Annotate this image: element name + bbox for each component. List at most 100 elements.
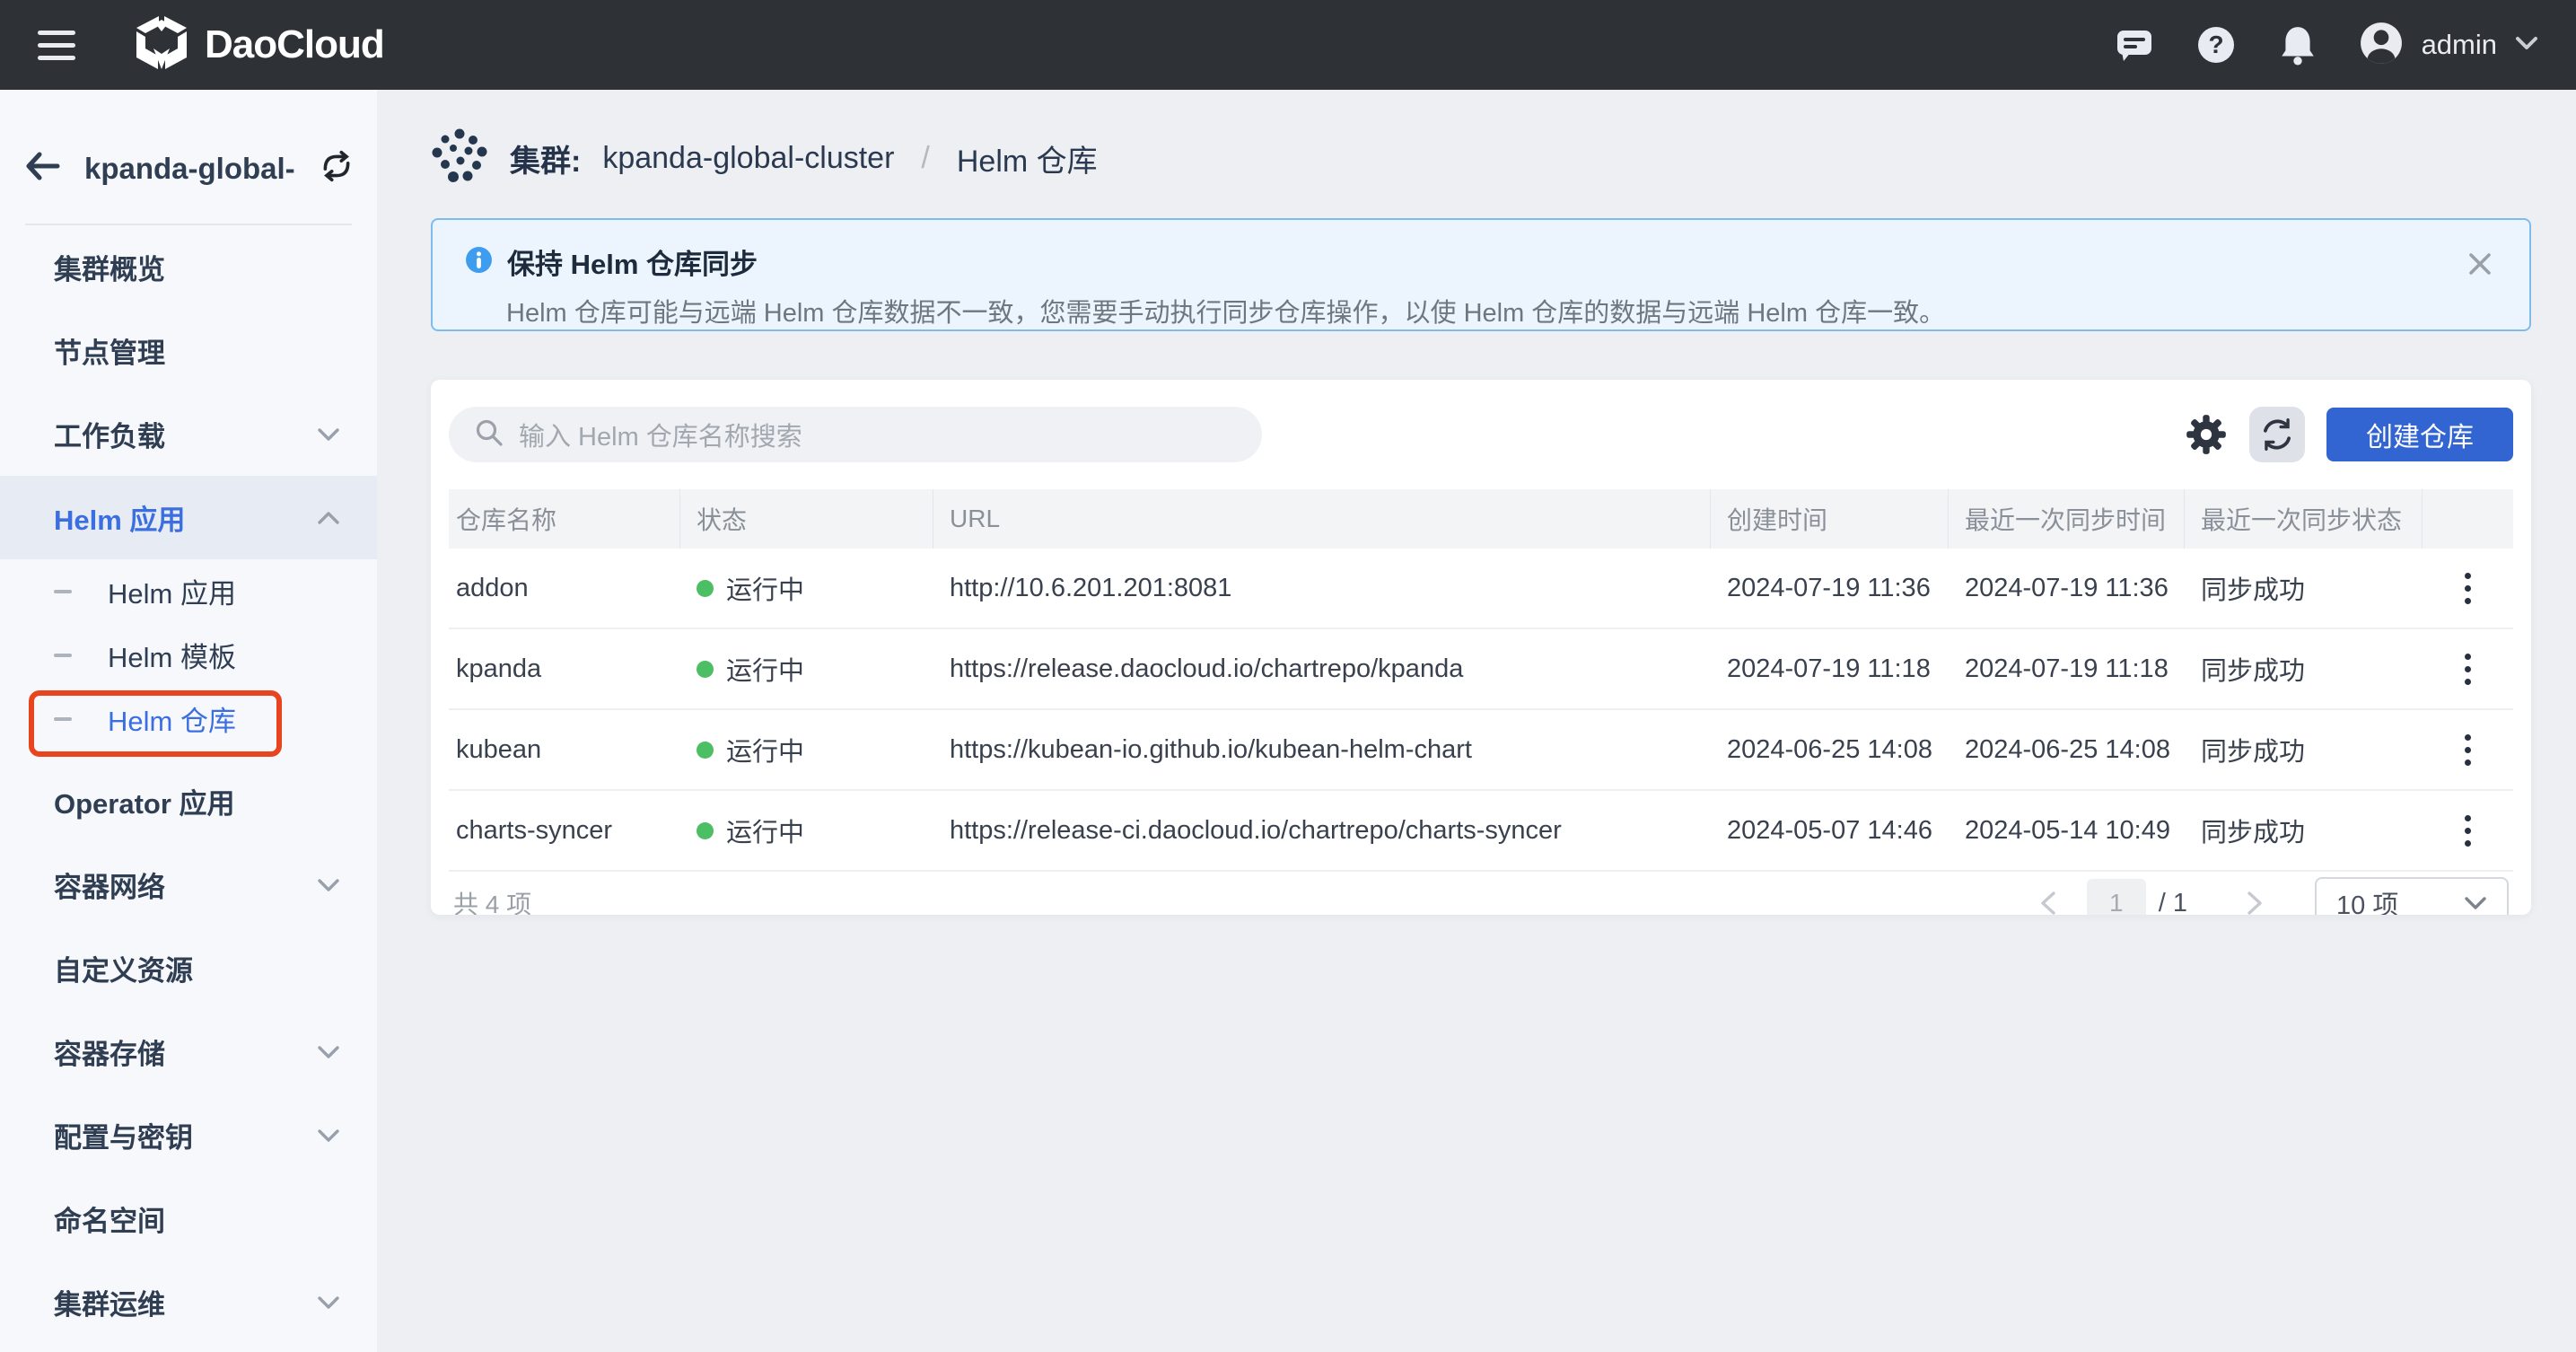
repo-name-cell: kpanda — [449, 654, 680, 684]
chat-icon[interactable] — [2115, 25, 2154, 65]
page-size-select[interactable]: 10 项 — [2315, 877, 2509, 915]
sidebar-item-container-network[interactable]: 容器网络 — [0, 843, 377, 926]
last-sync-time-cell: 2024-07-19 11:18 — [1949, 654, 2185, 684]
chevron-down-icon — [316, 877, 341, 893]
switch-cluster-icon[interactable] — [320, 149, 354, 188]
created-time-cell: 2024-07-19 11:18 — [1711, 654, 1949, 684]
actions-cell — [2423, 645, 2513, 694]
sidebar-item-helm-templates[interactable]: Helm 模板 — [0, 623, 377, 687]
repo-name-cell: addon — [449, 574, 680, 603]
sidebar-item-label: 命名空间 — [54, 1198, 165, 1239]
repo-name-cell: kubean — [449, 735, 680, 765]
sidebar-item-config-secrets[interactable]: 配置与密钥 — [0, 1093, 377, 1177]
column-header: 最近一次同步状态 — [2185, 489, 2423, 549]
table-footer: 共 4 项 / 1 10 项 — [431, 872, 2531, 915]
search-input[interactable]: 输入 Helm 仓库名称搜索 — [449, 407, 1262, 462]
kebab-menu-icon[interactable] — [2450, 645, 2485, 694]
chevron-right-icon[interactable] — [2238, 882, 2272, 915]
column-header: 状态 — [680, 489, 933, 549]
info-icon — [465, 246, 493, 278]
breadcrumb-prefix: 集群: — [510, 136, 581, 180]
svg-text:?: ? — [2208, 31, 2223, 58]
table-row: kubean运行中https://kubean-io.github.io/kub… — [449, 710, 2513, 791]
sync-status-cell: 同步成功 — [2185, 812, 2423, 849]
repo-table-card: 输入 Helm 仓库名称搜索 — [431, 380, 2531, 915]
breadcrumb-separator: / — [921, 141, 929, 176]
back-arrow-icon[interactable] — [25, 152, 61, 185]
gear-icon[interactable] — [2185, 413, 2228, 456]
bell-icon[interactable] — [2278, 24, 2318, 66]
sidebar-item-namespaces[interactable]: 命名空间 — [0, 1177, 377, 1260]
chevron-down-icon — [316, 1295, 341, 1311]
help-icon[interactable]: ? — [2195, 24, 2237, 66]
kebab-menu-icon[interactable] — [2450, 564, 2485, 613]
sidebar-item-custom-resources[interactable]: 自定义资源 — [0, 926, 377, 1010]
sidebar-item-cluster-overview[interactable]: 集群概览 — [0, 225, 377, 309]
sidebar-item-helm-apps[interactable]: Helm 应用 — [0, 559, 377, 623]
sidebar-item-label: Helm 仓库 — [108, 698, 236, 739]
repo-url-cell: https://release-ci.daocloud.io/chartrepo… — [933, 816, 1711, 846]
sidebar-item-workloads[interactable]: 工作负载 — [0, 392, 377, 476]
column-header: 最近一次同步时间 — [1949, 489, 2185, 549]
status-cell: 运行中 — [680, 812, 933, 849]
chevron-down-icon — [2515, 36, 2538, 55]
main-content: 集群: kpanda-global-cluster / Helm 仓库 保持 H… — [377, 90, 2576, 1352]
actions-cell — [2423, 806, 2513, 856]
chevron-down-icon — [316, 1128, 341, 1144]
sidebar-item-helm-apps-group[interactable]: Helm 应用 — [0, 476, 377, 559]
sidebar-item-label: 自定义资源 — [54, 948, 193, 988]
page-size-value: 10 项 — [2336, 884, 2398, 915]
create-repo-button[interactable]: 创建仓库 — [2326, 408, 2513, 461]
sub-item-dash — [54, 590, 72, 593]
banner-description: Helm 仓库可能与远端 Helm 仓库数据不一致，您需要手动执行同步仓库操作，… — [506, 292, 2497, 329]
sidebar-item-label: 容器存储 — [54, 1032, 165, 1072]
kebab-menu-icon[interactable] — [2450, 725, 2485, 775]
sidebar-item-cluster-ops[interactable]: 集群运维 — [0, 1260, 377, 1344]
close-icon[interactable] — [2466, 250, 2493, 277]
sidebar-item-label: 集群运维 — [54, 1282, 165, 1322]
refresh-button[interactable] — [2249, 407, 2305, 462]
sidebar-cluster-name: kpanda-global-cl... — [84, 152, 296, 186]
hamburger-menu-icon[interactable] — [38, 31, 75, 60]
column-header: URL — [933, 489, 1711, 549]
sidebar-item-label: Helm 应用 — [54, 497, 185, 538]
table-row: kpanda运行中https://release.daocloud.io/cha… — [449, 629, 2513, 710]
breadcrumb-current: Helm 仓库 — [957, 136, 1098, 180]
chevron-left-icon[interactable] — [2031, 882, 2065, 915]
repo-url-cell: http://10.6.201.201:8081 — [933, 574, 1711, 603]
status-text: 运行中 — [726, 812, 804, 849]
sidebar-item-container-storage[interactable]: 容器存储 — [0, 1010, 377, 1093]
breadcrumb: 集群: kpanda-global-cluster / Helm 仓库 — [377, 90, 2576, 189]
breadcrumb-cluster[interactable]: kpanda-global-cluster — [602, 141, 894, 176]
repo-table: 仓库名称状态URL创建时间最近一次同步时间最近一次同步状态 addon运行中ht… — [449, 489, 2513, 872]
sidebar-item-helm-repos[interactable]: Helm 仓库 — [0, 687, 377, 751]
created-time-cell: 2024-06-25 14:08 — [1711, 735, 1949, 765]
sidebar-item-node-management[interactable]: 节点管理 — [0, 309, 377, 392]
status-dot — [697, 742, 714, 759]
page-number-input[interactable] — [2087, 879, 2146, 915]
brand-logo[interactable]: DaoCloud — [135, 14, 384, 76]
table-header: 仓库名称状态URL创建时间最近一次同步时间最近一次同步状态 — [449, 489, 2513, 549]
avatar-icon — [2359, 21, 2404, 70]
sidebar-item-label: 工作负载 — [54, 414, 165, 454]
username: admin — [2422, 29, 2497, 61]
sidebar-item-label: Helm 应用 — [108, 571, 236, 611]
sidebar-item-label: 配置与密钥 — [54, 1115, 193, 1155]
sync-status-cell: 同步成功 — [2185, 650, 2423, 688]
status-dot — [697, 822, 714, 839]
last-sync-time-cell: 2024-07-19 11:36 — [1949, 574, 2185, 603]
status-cell: 运行中 — [680, 650, 933, 688]
sidebar-item-operator-apps[interactable]: Operator 应用 — [0, 759, 377, 843]
table-row: addon运行中http://10.6.201.201:8081 2024-07-… — [449, 549, 2513, 629]
sidebar: kpanda-global-cl... 集群概览节点管理工作负载 Helm 应用 H… — [0, 90, 377, 1352]
repo-url-cell: https://release.daocloud.io/chartrepo/kp… — [933, 654, 1711, 684]
kebab-menu-icon[interactable] — [2450, 806, 2485, 856]
chevron-down-icon — [316, 1044, 341, 1060]
top-navbar: DaoCloud ? — [0, 0, 2576, 90]
sidebar-item-label: 节点管理 — [54, 330, 165, 371]
repo-name-cell: charts-syncer — [449, 816, 680, 846]
user-menu[interactable]: admin — [2359, 21, 2538, 70]
sub-item-dash — [54, 654, 72, 657]
page-total: / 1 — [2159, 889, 2187, 916]
status-cell: 运行中 — [680, 569, 933, 607]
